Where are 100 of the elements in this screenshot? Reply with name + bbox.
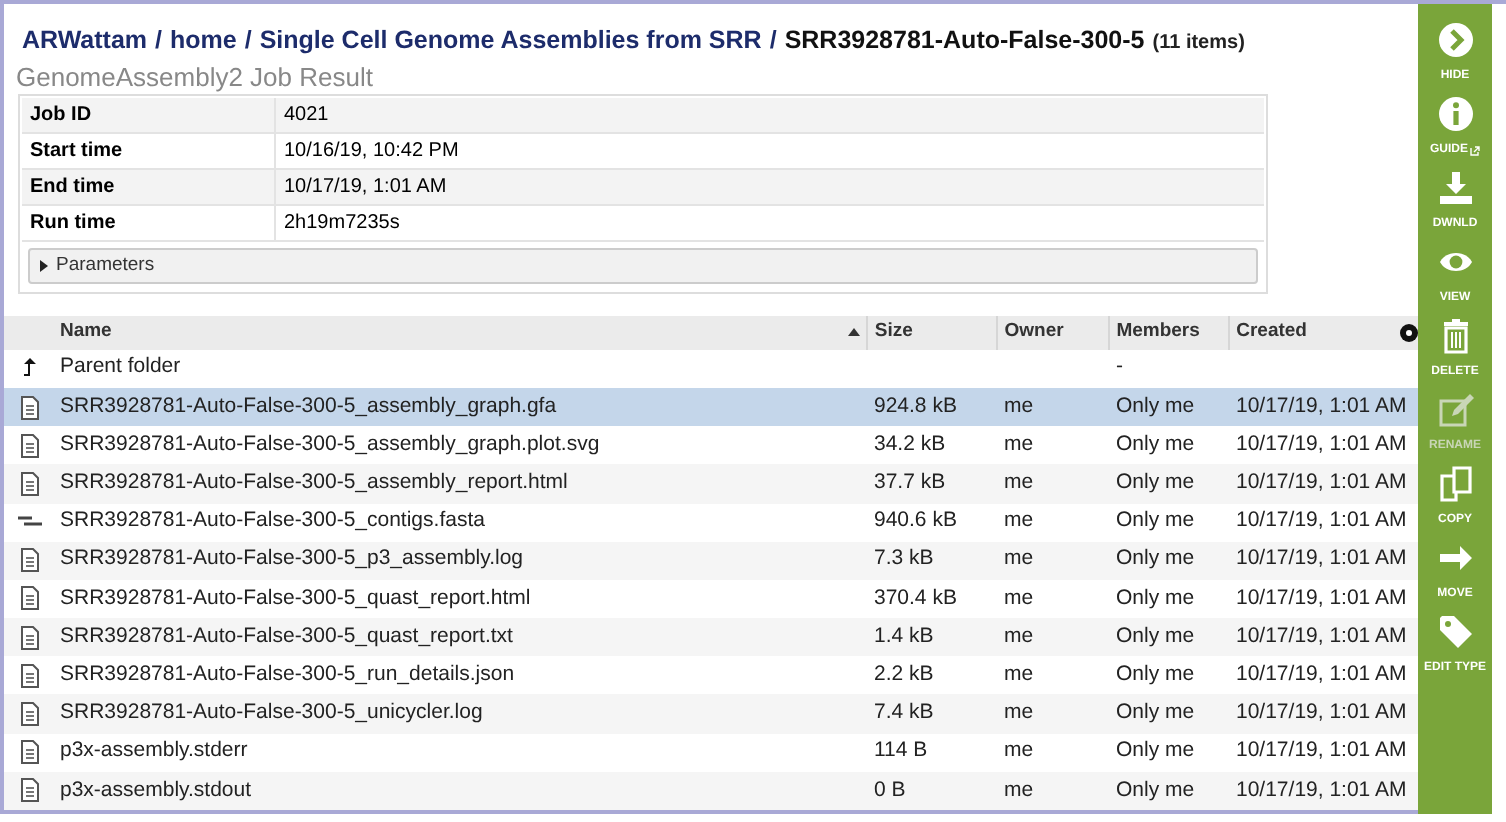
table-cell: me	[1004, 623, 1034, 648]
table-cell: 10/17/19, 1:01 AM	[1236, 508, 1407, 533]
table-cell: 37.7 kB	[874, 470, 946, 495]
sequence-icon	[17, 514, 41, 531]
right-arrow-icon	[1437, 540, 1473, 576]
table-cell: Parent folder	[60, 354, 181, 379]
table-cell: Only me	[1116, 470, 1195, 495]
table-cell: me	[1004, 738, 1034, 763]
table-cell: me	[1004, 661, 1034, 686]
tag-icon	[1437, 614, 1473, 650]
hide-icon	[1437, 22, 1473, 58]
breadcrumb-separator: /	[769, 24, 777, 58]
table-cell: Only me	[1116, 738, 1195, 763]
table-cell: 2.2 kB	[874, 661, 934, 686]
breadcrumb-link[interactable]: ARWattam	[22, 22, 148, 60]
table-cell: Only me	[1116, 700, 1195, 725]
table-cell: 370.4 kB	[874, 585, 957, 610]
breadcrumb-link[interactable]: home	[170, 22, 237, 60]
table-cell: 7.3 kB	[874, 546, 934, 571]
table-cell: p3x-assembly.stdout	[60, 777, 252, 802]
table-cell: 10/17/19, 1:01 AM	[1236, 738, 1407, 763]
up-arrow-icon	[21, 358, 37, 379]
table-cell: 10/17/19, 1:01 AM	[1236, 623, 1407, 648]
current-folder: SRR3928781-Auto-False-300-5	[784, 24, 1145, 58]
item-count: (11 items)	[1152, 30, 1245, 58]
info-icon	[1437, 96, 1473, 132]
job-field-label: End time	[22, 169, 276, 204]
document-icon	[19, 548, 39, 573]
document-icon	[19, 395, 39, 420]
job-field-label: Start time	[22, 133, 276, 168]
file-row[interactable]: SRR3928781-Auto-False-300-5_quast_report.txt 1.4 kB me Only me 10/17/19, 1:01 AM	[4, 618, 1418, 657]
table-cell: SRR3928781-Auto-False-300-5_p3_assembly.log	[60, 546, 524, 571]
table-cell: Only me	[1116, 508, 1195, 533]
file-row[interactable]: SRR3928781-Auto-False-300-5_assembly_graph.gfa 924.8 kB me Only me 10/17/19, 1:01 AM	[4, 387, 1418, 427]
table-cell: 0 B	[874, 777, 906, 802]
job-result-title: GenomeAssembly2 Job Result	[14, 59, 375, 94]
breadcrumb-separator: /	[155, 24, 162, 58]
table-cell: 924.8 kB	[874, 393, 957, 418]
table-cell: Only me	[1116, 777, 1195, 802]
column-settings-icon[interactable]	[1399, 323, 1418, 342]
table-cell: me	[1004, 585, 1034, 610]
table-cell: 114 B	[874, 738, 928, 763]
table-cell: 34.2 kB	[874, 431, 946, 456]
table-cell: me	[1004, 777, 1034, 802]
table-cell: me	[1004, 393, 1034, 418]
table-cell: Only me	[1116, 546, 1195, 571]
table-cell: me	[1004, 431, 1034, 456]
table-cell: 7.4 kB	[874, 700, 934, 725]
column-header[interactable]: Name	[53, 315, 867, 350]
table-cell: 10/17/19, 1:01 AM	[1236, 661, 1407, 686]
table-cell: Only me	[1116, 585, 1195, 610]
breadcrumb-link[interactable]: Single Cell Genome Assemblies from SRR	[259, 22, 762, 60]
table-cell: 10/17/19, 1:01 AM	[1236, 700, 1407, 725]
document-icon	[19, 433, 39, 458]
table-cell: Only me	[1116, 623, 1195, 648]
document-icon	[19, 778, 39, 803]
table-cell: me	[1004, 508, 1034, 533]
table-cell: SRR3928781-Auto-False-300-5_run_details.json	[60, 661, 515, 686]
table-cell: 10/17/19, 1:01 AM	[1236, 585, 1407, 610]
table-cell: me	[1004, 470, 1034, 495]
external-link-icon	[1470, 145, 1480, 155]
table-cell: Only me	[1116, 661, 1195, 686]
document-icon	[19, 471, 39, 496]
table-cell: -	[1116, 354, 1123, 379]
table-cell: SRR3928781-Auto-False-300-5_unicycler.log	[60, 700, 483, 725]
copy-icon	[1437, 466, 1473, 502]
table-cell: Only me	[1116, 393, 1195, 418]
table-cell: 10/17/19, 1:01 AM	[1236, 546, 1407, 571]
job-field-value: 4021	[282, 101, 329, 130]
sort-ascending-icon	[848, 328, 861, 337]
download-icon	[1437, 170, 1473, 206]
caret-icon	[38, 259, 50, 272]
parameters-toggle[interactable]: Parameters	[28, 247, 1258, 284]
table-cell: SRR3928781-Auto-False-300-5_assembly_report.html	[60, 470, 568, 495]
table-cell: 10/17/19, 1:01 AM	[1236, 777, 1407, 802]
table-cell: 10/17/19, 1:01 AM	[1236, 393, 1407, 418]
job-field-label: Run time	[22, 205, 276, 240]
table-cell: 940.6 kB	[874, 508, 957, 533]
breadcrumb-separator: /	[244, 24, 252, 58]
table-cell: 10/17/19, 1:01 AM	[1236, 431, 1407, 456]
table-cell: p3x-assembly.stderr	[60, 738, 248, 763]
job-field-value: 2h19m7235s	[282, 209, 400, 238]
document-icon	[19, 625, 39, 650]
table-cell: SRR3928781-Auto-False-300-5_quast_report.html	[60, 585, 531, 610]
table-cell: Only me	[1116, 431, 1195, 456]
document-icon	[19, 740, 39, 765]
pencil-icon	[1437, 392, 1473, 428]
table-cell: me	[1004, 700, 1034, 725]
file-row[interactable]: p3x-assembly.stdout 0 B me Only me 10/17/19, 1:01 AM	[4, 771, 1418, 810]
file-row[interactable]: SRR3928781-Auto-False-300-5_p3_assembly.log 7.3 kB me Only me 10/17/19, 1:01 AM	[4, 541, 1418, 580]
table-cell: 1.4 kB	[874, 623, 934, 648]
document-icon	[19, 663, 39, 688]
table-cell: me	[1004, 546, 1034, 571]
file-row[interactable]: SRR3928781-Auto-False-300-5_unicycler.log 7.4 kB me Only me 10/17/19, 1:01 AM	[4, 694, 1418, 734]
job-field-label: Job ID	[22, 97, 276, 132]
table-cell: SRR3928781-Auto-False-300-5_assembly_graph.gfa	[60, 393, 557, 418]
table-cell: SRR3928781-Auto-False-300-5_contigs.fasta	[60, 508, 485, 533]
table-cell: SRR3928781-Auto-False-300-5_assembly_graph.plot.svg	[60, 431, 600, 456]
table-cell: SRR3928781-Auto-False-300-5_quast_report.txt	[60, 623, 513, 648]
file-row[interactable]: SRR3928781-Auto-False-300-5_assembly_report.html 37.7 kB me Only me 10/17/19, 1:01 AM	[4, 464, 1418, 503]
